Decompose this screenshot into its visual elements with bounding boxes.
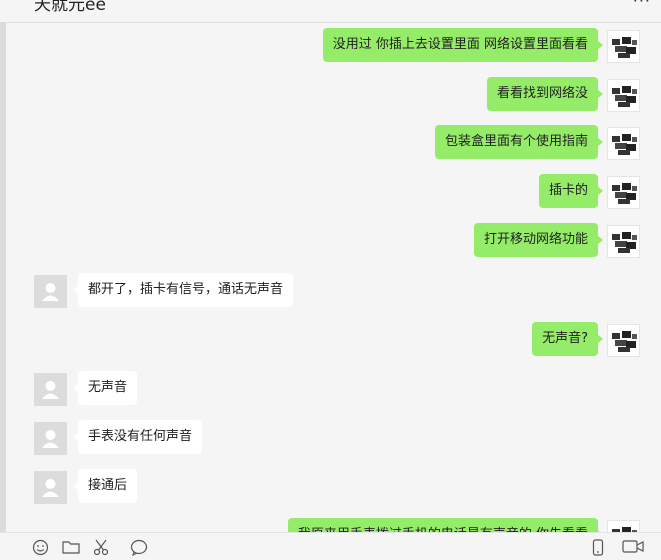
message-bubble[interactable]: 手表没有任何声音	[72, 420, 203, 454]
message-bubble[interactable]: 包装盒里面有个使用指南	[434, 125, 604, 159]
message-row: 插卡的	[0, 173, 661, 213]
message-row: 无声音?	[0, 321, 661, 361]
my-avatar[interactable]	[607, 520, 640, 532]
my-avatar[interactable]	[607, 176, 640, 209]
message-bubble[interactable]: 没用过 你插上去设置里面 网络设置里面看看	[322, 28, 604, 62]
message-bubble[interactable]: 无声音?	[532, 322, 603, 356]
contact-avatar[interactable]	[34, 422, 67, 455]
message-bubble[interactable]: 插卡的	[538, 174, 604, 208]
message-row: 看看找到网络没	[0, 76, 661, 116]
message-bubble[interactable]: 打开移动网络功能	[473, 223, 604, 257]
message-row: 包装盒里面有个使用指南	[0, 124, 661, 164]
scissors-icon[interactable]	[93, 539, 109, 560]
phone-icon[interactable]	[592, 539, 604, 560]
message-row: 无声音	[0, 370, 661, 410]
input-toolbar	[0, 532, 661, 559]
my-avatar[interactable]	[607, 30, 640, 63]
message-list[interactable]: 没用过 你插上去设置里面 网络设置里面看看 看看找到网络没 包装盒里面有个使用指…	[0, 0, 661, 532]
my-avatar[interactable]	[607, 127, 640, 160]
message-bubble[interactable]: 我原来用手表拨过手机的电话是有声音的 你先看看	[287, 518, 604, 532]
contact-avatar[interactable]	[34, 471, 67, 504]
message-bubble[interactable]: 接通后	[72, 469, 138, 503]
folder-icon[interactable]	[62, 539, 80, 559]
my-avatar[interactable]	[607, 225, 640, 258]
message-row: 接通后	[0, 468, 661, 508]
my-avatar[interactable]	[607, 324, 640, 357]
message-bubble[interactable]: 都开了，插卡有信号，通话无声音	[72, 273, 294, 307]
emoji-icon[interactable]	[32, 539, 49, 560]
message-row: 我原来用手表拨过手机的电话是有声音的 你先看看	[0, 517, 661, 532]
message-row: 没用过 你插上去设置里面 网络设置里面看看	[0, 27, 661, 67]
message-row: 手表没有任何声音	[0, 419, 661, 459]
contact-avatar[interactable]	[34, 373, 67, 406]
message-row: 打开移动网络功能	[0, 222, 661, 262]
chat-history-icon[interactable]	[130, 539, 148, 560]
contact-avatar[interactable]	[34, 275, 67, 308]
video-call-icon[interactable]	[622, 539, 644, 558]
message-bubble[interactable]: 看看找到网络没	[486, 77, 604, 111]
message-bubble[interactable]: 无声音	[72, 371, 138, 405]
my-avatar[interactable]	[607, 79, 640, 112]
message-row: 都开了，插卡有信号，通话无声音	[0, 272, 661, 312]
